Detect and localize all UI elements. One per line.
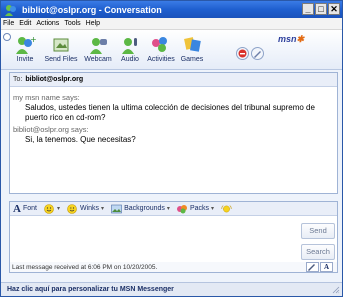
- conversation-history[interactable]: To: bibliot@oslpr.org my msn name says: …: [9, 72, 338, 194]
- font-color-button[interactable]: [251, 47, 264, 60]
- font-a-icon: A: [13, 202, 21, 215]
- nudge-button[interactable]: [221, 204, 232, 214]
- menu-actions[interactable]: Actions: [36, 20, 59, 27]
- smiley-icon: [44, 203, 54, 214]
- games-button[interactable]: Games: [174, 35, 210, 63]
- butterfly-icon: ✱: [296, 34, 304, 44]
- games-label: Games: [180, 56, 204, 63]
- font-label: Font: [22, 205, 37, 212]
- menu-help[interactable]: Help: [86, 20, 100, 27]
- menu-file[interactable]: File: [3, 20, 14, 27]
- menu-bar: File Edit Actions Tools Help: [1, 18, 342, 30]
- to-contact: bibliot@oslpr.org: [25, 76, 84, 83]
- personalize-link[interactable]: Haz clic aquí para personalizar tu MSN M…: [7, 286, 174, 293]
- winks-label: Winks: [79, 205, 100, 212]
- chevron-down-icon: ▾: [166, 206, 170, 212]
- send-button[interactable]: Send: [301, 223, 335, 239]
- msn-logo-text: msn: [277, 34, 297, 44]
- send-files-icon: [53, 38, 69, 52]
- winks-button[interactable]: Winks ▾: [67, 203, 105, 214]
- backgrounds-button[interactable]: Backgrounds ▾: [111, 204, 170, 214]
- send-files-label: Send Files: [44, 56, 78, 63]
- font-button[interactable]: A Font: [13, 203, 37, 215]
- chevron-down-icon: ▾: [101, 206, 105, 212]
- block-icon: [238, 49, 247, 58]
- to-bar: To: bibliot@oslpr.org: [10, 73, 337, 87]
- message-input[interactable]: [13, 219, 293, 257]
- svg-text:+: +: [30, 35, 36, 44]
- emoticons-button[interactable]: ▾: [44, 203, 60, 214]
- webcam-label: Webcam: [84, 56, 112, 63]
- to-label: To:: [13, 76, 23, 83]
- block-contact-button[interactable]: [236, 47, 249, 60]
- packs-label: Packs: [189, 205, 209, 212]
- search-button[interactable]: Search: [301, 244, 335, 260]
- chevron-down-icon: ▾: [211, 206, 215, 212]
- wink-icon: [67, 203, 77, 214]
- invite-icon: +: [16, 35, 36, 54]
- message-sender: bibliot@oslpr.org says:: [13, 125, 89, 134]
- message-text: Si, la tenemos. Que necesitas?: [25, 135, 136, 144]
- menu-tools[interactable]: Tools: [64, 20, 80, 27]
- handwriting-mode-button[interactable]: [306, 262, 319, 272]
- menu-edit[interactable]: Edit: [19, 20, 31, 27]
- invite-button[interactable]: + Invite: [7, 35, 43, 63]
- conversation-window: bibliot@oslpr.org - Conversation _ □ ✕ F…: [0, 0, 343, 297]
- minimize-button[interactable]: _: [302, 3, 314, 15]
- maximize-button[interactable]: □: [315, 3, 327, 15]
- backgrounds-label: Backgrounds: [124, 205, 165, 212]
- format-toolbar: A Font ▾ Winks ▾ Backgrounds ▾ Packs ▾: [10, 202, 337, 216]
- send-files-button[interactable]: Send Files: [43, 35, 79, 63]
- text-mode-icon: A: [323, 263, 330, 271]
- webcam-icon: [90, 38, 107, 54]
- packs-button[interactable]: Packs ▾: [176, 204, 215, 214]
- window-title: bibliot@oslpr.org - Conversation: [22, 4, 162, 15]
- message-list: my msn name says: Saludos, ustedes tiene…: [10, 87, 337, 149]
- resize-grip-icon[interactable]: [332, 286, 340, 294]
- close-button[interactable]: ✕: [328, 3, 340, 15]
- background-image-icon: [111, 204, 122, 213]
- last-message-status: Last message received at 6:06 PM on 10/2…: [9, 262, 338, 273]
- audio-icon: [122, 38, 137, 54]
- audio-label: Audio: [121, 56, 139, 63]
- webcam-button[interactable]: Webcam: [80, 35, 116, 63]
- message-input-area[interactable]: [13, 219, 293, 257]
- invite-label: Invite: [16, 56, 34, 63]
- activities-icon: [152, 37, 167, 52]
- message-sender: my msn name says:: [13, 93, 80, 102]
- games-icon: [184, 37, 201, 52]
- activities-label: Activities: [147, 56, 175, 63]
- pen-icon: [254, 51, 261, 58]
- nudge-icon: [221, 205, 232, 212]
- action-toolbar: + Invite Send Files Webcam Audio Activit…: [1, 30, 342, 70]
- text-mode-button[interactable]: A: [320, 262, 333, 272]
- messenger-buddy-icon: [4, 4, 18, 16]
- msn-logo: msn✱: [278, 34, 304, 45]
- message-text: Saludos, ustedes tienen la ultima colecc…: [25, 103, 315, 122]
- personalize-banner[interactable]: Haz clic aquí para personalizar tu MSN M…: [1, 282, 342, 296]
- chevron-down-icon: ▾: [56, 206, 60, 212]
- pen-icon: [308, 264, 315, 271]
- last-message-text: Last message received at 6:06 PM on 10/2…: [12, 264, 158, 271]
- title-bar[interactable]: bibliot@oslpr.org - Conversation _ □ ✕: [1, 1, 342, 18]
- packs-icon: [176, 204, 187, 213]
